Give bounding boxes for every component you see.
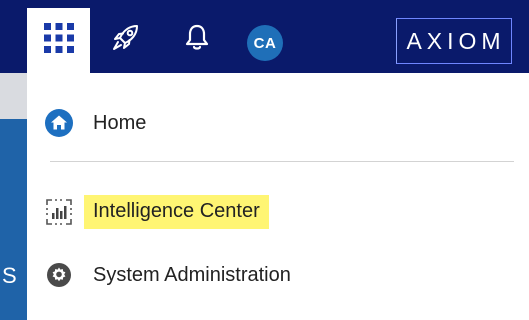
menu-item-home[interactable]: Home xyxy=(27,103,227,143)
gear-icon xyxy=(44,260,74,290)
home-icon xyxy=(44,108,74,138)
underlying-edge-letter: S xyxy=(2,263,17,288)
menu-item-label: System Administration xyxy=(93,263,291,286)
axiom-logo: AXIOM xyxy=(396,18,512,64)
bell-icon xyxy=(182,22,212,57)
underlying-sidebar-band xyxy=(0,119,27,320)
app-launcher-menu: Home Intelligence Center System Administ… xyxy=(27,73,529,320)
rocket-icon xyxy=(111,22,141,57)
menu-item-intelligence-center[interactable]: Intelligence Center xyxy=(27,192,307,232)
notifications-button[interactable] xyxy=(182,24,212,54)
app-grid-icon xyxy=(43,23,74,58)
top-navigation-bar: CA AXIOM xyxy=(0,0,529,73)
launch-button[interactable] xyxy=(111,24,141,54)
menu-item-label: Intelligence Center xyxy=(84,195,269,229)
underlying-header-band xyxy=(0,73,27,119)
dashboard-icon xyxy=(44,197,74,227)
app-launcher-button[interactable] xyxy=(27,8,90,73)
menu-divider xyxy=(50,161,514,162)
menu-item-system-administration[interactable]: System Administration xyxy=(27,255,347,295)
underlying-page-edge: S xyxy=(0,73,27,320)
menu-item-label: Home xyxy=(93,111,147,134)
user-avatar[interactable]: CA xyxy=(247,25,283,61)
